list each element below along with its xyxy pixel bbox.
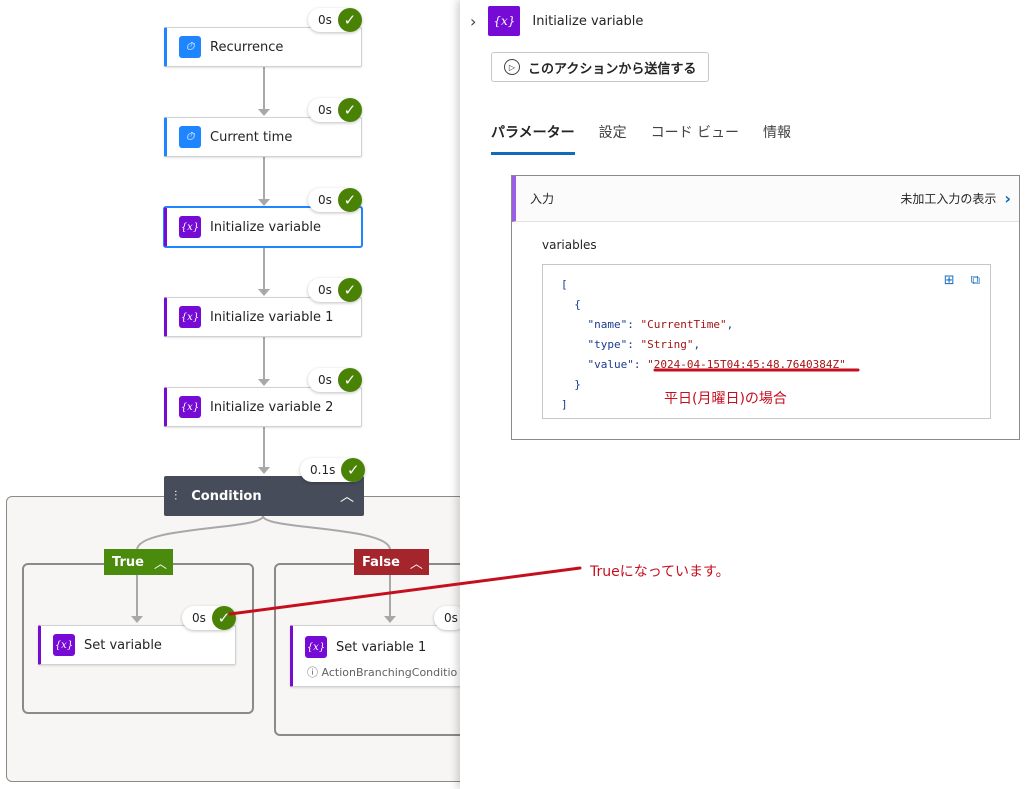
chevron-up-icon: ︿ — [409, 556, 423, 572]
variable-icon: {x} — [179, 306, 201, 328]
play-icon: ▷ — [504, 59, 520, 75]
condition-icon: ⫶ — [174, 488, 178, 504]
info-icon: ⓘ — [307, 666, 318, 679]
send-button-label: このアクションから送信する — [528, 61, 697, 77]
code-value: "String" — [640, 338, 694, 351]
run-status-badge: 0s ✓ — [308, 98, 362, 122]
connector-arrow — [258, 199, 270, 206]
connector — [263, 67, 265, 111]
clock-icon: ⏱ — [179, 36, 201, 58]
code-line: } — [574, 378, 581, 391]
recurrence-card[interactable]: ⏱ Recurrence — [164, 27, 362, 67]
duration: 0.1s — [310, 463, 336, 477]
duration: 0s — [318, 193, 332, 207]
variable-icon: {x} — [305, 636, 327, 658]
table-icon[interactable]: ⊞ — [944, 273, 955, 288]
panel-tabs: パラメーター 設定 コード ビュー 情報 — [491, 122, 815, 155]
skip-reason: ActionBranchingConditio — [321, 666, 458, 679]
code-key: "type": — [587, 338, 641, 351]
panel-header: › {x} Initialize variable — [470, 6, 643, 36]
code-key: "name": — [587, 318, 641, 331]
card-label: Initialize variable 1 — [210, 309, 334, 325]
set-variable-card[interactable]: {x} Set variable — [38, 625, 236, 665]
variable-icon: {x} — [488, 6, 521, 36]
check-icon: ✓ — [337, 278, 362, 302]
code-value: "CurrentTime" — [640, 318, 727, 331]
set-variable-1-card[interactable]: {x} Set variable 1 ⓘ ActionBranchingCond… — [290, 625, 488, 687]
code-toolbar: ⊞ ⧉ — [944, 273, 980, 288]
current-time-card[interactable]: ⏱ Current time — [164, 117, 362, 157]
run-status-badge: 0s ✓ — [308, 8, 362, 32]
flow-canvas: ⏱ Recurrence 0s ✓ ⏱ Current time 0s ✓ {x… — [0, 0, 488, 789]
false-label: False — [362, 554, 400, 570]
send-from-action-button[interactable]: ▷ このアクションから送信する — [491, 52, 710, 82]
duration: 0s — [192, 611, 206, 625]
clock-icon: ⏱ — [179, 126, 201, 148]
connector — [263, 157, 265, 201]
connector-arrow — [258, 289, 270, 296]
connector — [263, 247, 265, 291]
code-line: [ — [561, 278, 568, 291]
card-label: Initialize variable 2 — [210, 399, 334, 415]
code-key: "value": — [587, 358, 648, 371]
chevron-right-icon[interactable]: › — [1004, 189, 1011, 208]
check-icon: ✓ — [211, 606, 236, 630]
connector — [263, 427, 265, 469]
code-line: ] — [561, 398, 568, 411]
show-raw-inputs-link[interactable]: 未加工入力の表示 — [900, 190, 996, 207]
variable-icon: {x} — [53, 634, 75, 656]
variable-icon: {x} — [179, 396, 201, 418]
initialize-variable-1-card[interactable]: {x} Initialize variable 1 — [164, 297, 362, 337]
connector-arrow — [258, 379, 270, 386]
tab-parameters[interactable]: パラメーター — [491, 122, 575, 155]
card-label: Initialize variable — [210, 219, 321, 235]
check-icon: ✓ — [337, 188, 362, 212]
section-title: 入力 — [530, 192, 555, 206]
panel-title: Initialize variable — [532, 13, 644, 29]
run-status-badge: 0.1s ✓ — [300, 458, 366, 482]
chevron-up-icon[interactable]: ︿ — [340, 486, 354, 506]
tab-settings[interactable]: 設定 — [599, 122, 627, 155]
duration: 0s — [318, 13, 332, 27]
tab-code-view[interactable]: コード ビュー — [651, 122, 739, 155]
card-label: Recurrence — [210, 39, 284, 55]
duration: 0s — [444, 611, 458, 625]
variables-label: variables — [542, 238, 597, 252]
code-value-timestamp: "2024-04-15T04:45:48.7640384Z" — [647, 358, 846, 371]
duration: 0s — [318, 283, 332, 297]
connector — [263, 337, 265, 381]
check-icon: ✓ — [337, 8, 362, 32]
duration: 0s — [318, 373, 332, 387]
check-icon: ✓ — [337, 98, 362, 122]
chevron-right-icon[interactable]: › — [470, 12, 476, 31]
run-status-badge: 0s ✓ — [308, 278, 362, 302]
run-status-badge: 0s ✓ — [308, 188, 362, 212]
run-status-badge: 0s ✓ — [308, 368, 362, 392]
initialize-variable-2-card[interactable]: {x} Initialize variable 2 — [164, 387, 362, 427]
true-branch-tag[interactable]: True ︿ — [104, 549, 173, 575]
true-note: Trueになっています。 — [590, 564, 730, 580]
run-status-badge: 0s ✓ — [182, 606, 236, 630]
initialize-variable-card[interactable]: {x} Initialize variable — [164, 207, 362, 247]
card-label: Set variable 1 — [336, 639, 427, 655]
condition-card[interactable]: ⫶ Condition ︿ — [164, 476, 364, 516]
duration: 0s — [318, 103, 332, 117]
tab-info[interactable]: 情報 — [763, 122, 791, 155]
chevron-up-icon: ︿ — [153, 556, 167, 572]
false-branch-tag[interactable]: False ︿ — [354, 549, 429, 575]
code-line: { — [574, 298, 581, 311]
connector-arrow — [258, 109, 270, 116]
card-label: Set variable — [84, 637, 162, 653]
true-label: True — [112, 554, 144, 570]
weekday-note: 平日(月曜日)の場合 — [664, 391, 787, 407]
card-label: Current time — [210, 129, 293, 145]
check-icon: ✓ — [337, 368, 362, 392]
connector-arrow — [258, 467, 270, 474]
copy-icon[interactable]: ⧉ — [971, 273, 980, 288]
inputs-section-header[interactable]: 入力 未加工入力の表示 › — [512, 176, 1019, 222]
condition-label: Condition — [191, 488, 262, 504]
variable-icon: {x} — [179, 216, 201, 238]
